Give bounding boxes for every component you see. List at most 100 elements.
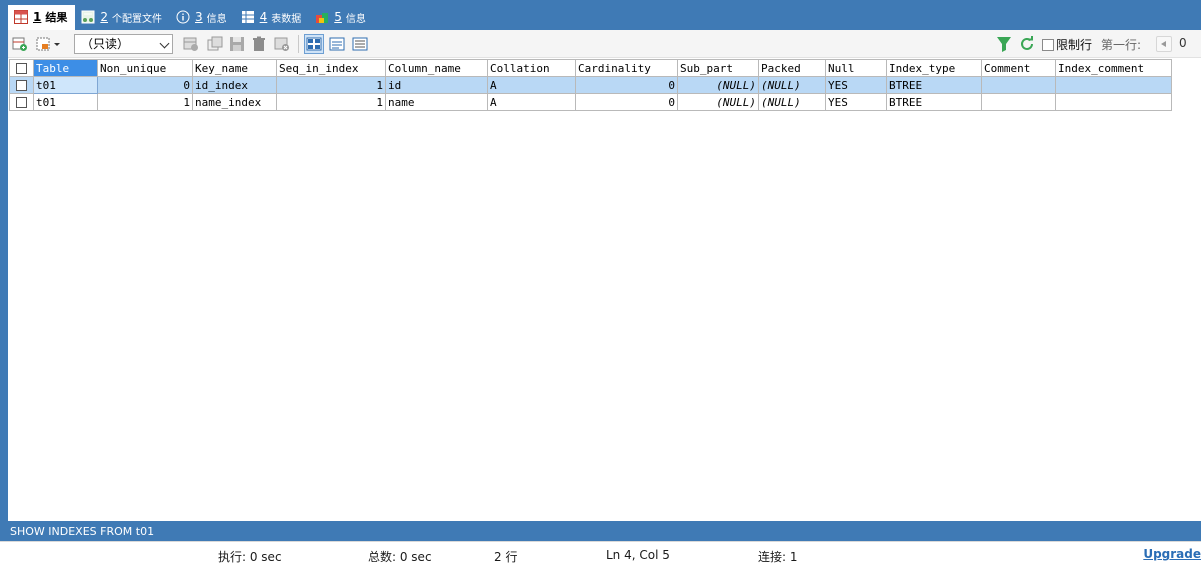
- tab-table-data-label: 表数据: [271, 13, 302, 25]
- table-cell[interactable]: 1: [276, 93, 386, 111]
- table-cell[interactable]: (NULL): [758, 76, 826, 94]
- table-row[interactable]: t01 1 name_index 1 name A 0 (NULL) (NULL…: [9, 93, 1172, 111]
- row-checkbox[interactable]: [9, 93, 34, 111]
- info-icon: [176, 10, 190, 24]
- limit-rows-checkbox[interactable]: [1042, 38, 1054, 51]
- text-view-button[interactable]: [350, 34, 370, 54]
- table-cell[interactable]: BTREE: [886, 76, 982, 94]
- tab-info-history-number: 5: [334, 10, 342, 24]
- tab-profile-number: 2: [100, 10, 108, 24]
- limit-rows-label: 限制行: [1056, 38, 1093, 52]
- table-cell[interactable]: id_index: [192, 76, 277, 94]
- table-cell[interactable]: A: [487, 76, 576, 94]
- tab-results-number: 1: [33, 10, 42, 24]
- filter-icon[interactable]: [996, 36, 1012, 52]
- column-header[interactable]: Null: [825, 59, 887, 77]
- refresh-icon[interactable]: [1019, 36, 1035, 52]
- status-total-time: 总数: 0 sec: [368, 550, 432, 564]
- tab-info-number: 3: [195, 10, 203, 24]
- grid-view-icon: [306, 37, 322, 51]
- tab-profile-label: 个配置文件: [112, 13, 162, 25]
- result-tabs: 1 结果 2 个配置文件 3 信息 4 表数据 5 信息: [8, 4, 1201, 30]
- form-view-icon: [329, 37, 345, 51]
- export-icon[interactable]: [12, 36, 28, 52]
- table-row[interactable]: t01 0 id_index 1 id A 0 (NULL) (NULL) YE…: [9, 76, 1172, 94]
- results-toolbar: （只读） 限制行 第一行: 0: [8, 30, 1201, 58]
- info-history-icon: [315, 10, 329, 24]
- insert-row-icon[interactable]: [183, 36, 199, 52]
- first-row-value[interactable]: 0: [1179, 36, 1187, 50]
- column-header[interactable]: Non_unique: [97, 59, 193, 77]
- table-cell[interactable]: [1055, 76, 1172, 94]
- column-header[interactable]: Collation: [487, 59, 576, 77]
- tab-table-data[interactable]: 4 表数据: [235, 5, 310, 29]
- column-header[interactable]: Packed: [758, 59, 826, 77]
- select-all-checkbox[interactable]: [9, 59, 34, 77]
- table-cell[interactable]: (NULL): [758, 93, 826, 111]
- table-cell[interactable]: 0: [575, 76, 678, 94]
- column-header[interactable]: Seq_in_index: [276, 59, 386, 77]
- delete-icon[interactable]: [251, 36, 267, 52]
- tab-results[interactable]: 1 结果: [8, 4, 76, 30]
- tab-info-history-label: 信息: [345, 13, 366, 25]
- clear-icon[interactable]: [274, 36, 290, 52]
- limit-rows-toggle[interactable]: 限制行: [1042, 36, 1092, 53]
- grid-header-row: Table Non_unique Key_name Seq_in_index C…: [9, 59, 1172, 77]
- table-cell[interactable]: (NULL): [677, 93, 759, 111]
- table-cell[interactable]: BTREE: [886, 93, 982, 111]
- row-checkbox[interactable]: [9, 76, 34, 94]
- results-grid: Table Non_unique Key_name Seq_in_index C…: [9, 59, 1172, 111]
- table-cell[interactable]: (NULL): [677, 76, 759, 94]
- toolbar-separator: [298, 35, 299, 53]
- table-cell[interactable]: [981, 93, 1056, 111]
- table-cell[interactable]: 1: [97, 93, 193, 111]
- tab-results-label: 结果: [45, 11, 68, 24]
- query-text-bar: SHOW INDEXES FROM t01: [8, 523, 1201, 541]
- column-header[interactable]: Column_name: [385, 59, 488, 77]
- column-header[interactable]: Key_name: [192, 59, 277, 77]
- result-grid-icon: [14, 10, 28, 24]
- tab-info-label: 信息: [206, 13, 227, 25]
- status-row-count: 2 行: [494, 550, 518, 564]
- grid-view-button[interactable]: [304, 34, 324, 54]
- table-cell[interactable]: [981, 76, 1056, 94]
- tab-profile[interactable]: 2 个配置文件: [75, 5, 170, 29]
- table-cell[interactable]: A: [487, 93, 576, 111]
- table-cell[interactable]: name_index: [192, 93, 277, 111]
- tab-info-history[interactable]: 5 信息: [309, 5, 374, 29]
- column-header[interactable]: Cardinality: [575, 59, 678, 77]
- first-row-label: 第一行:: [1101, 38, 1142, 52]
- table-cell[interactable]: t01: [33, 93, 98, 111]
- edit-mode-select[interactable]: （只读）: [74, 34, 173, 54]
- upgrade-link[interactable]: Upgrade: [1143, 547, 1201, 561]
- column-header[interactable]: Sub_part: [677, 59, 759, 77]
- status-exec-time: 执行: 0 sec: [218, 550, 282, 564]
- form-view-button[interactable]: [327, 34, 347, 54]
- duplicate-row-icon[interactable]: [207, 36, 223, 52]
- status-cursor-position: Ln 4, Col 5: [606, 548, 670, 562]
- column-header[interactable]: Index_type: [886, 59, 982, 77]
- import-dropdown-icon[interactable]: [36, 36, 62, 52]
- table-cell[interactable]: name: [385, 93, 488, 111]
- profile-icon: [81, 10, 95, 24]
- edit-mode-value: （只读）: [81, 37, 130, 51]
- status-connections: 连接: 1: [758, 550, 798, 564]
- table-cell[interactable]: 0: [97, 76, 193, 94]
- table-cell[interactable]: YES: [825, 76, 887, 94]
- column-header[interactable]: Index_comment: [1055, 59, 1172, 77]
- table-cell[interactable]: [1055, 93, 1172, 111]
- text-view-icon: [352, 37, 368, 51]
- chevron-down-icon: [159, 38, 170, 49]
- table-cell[interactable]: t01: [33, 76, 98, 94]
- table-cell[interactable]: 0: [575, 93, 678, 111]
- table-cell[interactable]: id: [385, 76, 488, 94]
- save-icon[interactable]: [229, 36, 245, 52]
- table-cell[interactable]: YES: [825, 93, 887, 111]
- previous-page-button[interactable]: [1156, 36, 1172, 52]
- tab-info[interactable]: 3 信息: [170, 5, 235, 29]
- table-data-icon: [241, 10, 255, 24]
- column-header[interactable]: Comment: [981, 59, 1056, 77]
- column-header[interactable]: Table: [33, 59, 98, 77]
- results-content: （只读） 限制行 第一行: 0 Table Non_unique Key_nam…: [8, 30, 1201, 521]
- table-cell[interactable]: 1: [276, 76, 386, 94]
